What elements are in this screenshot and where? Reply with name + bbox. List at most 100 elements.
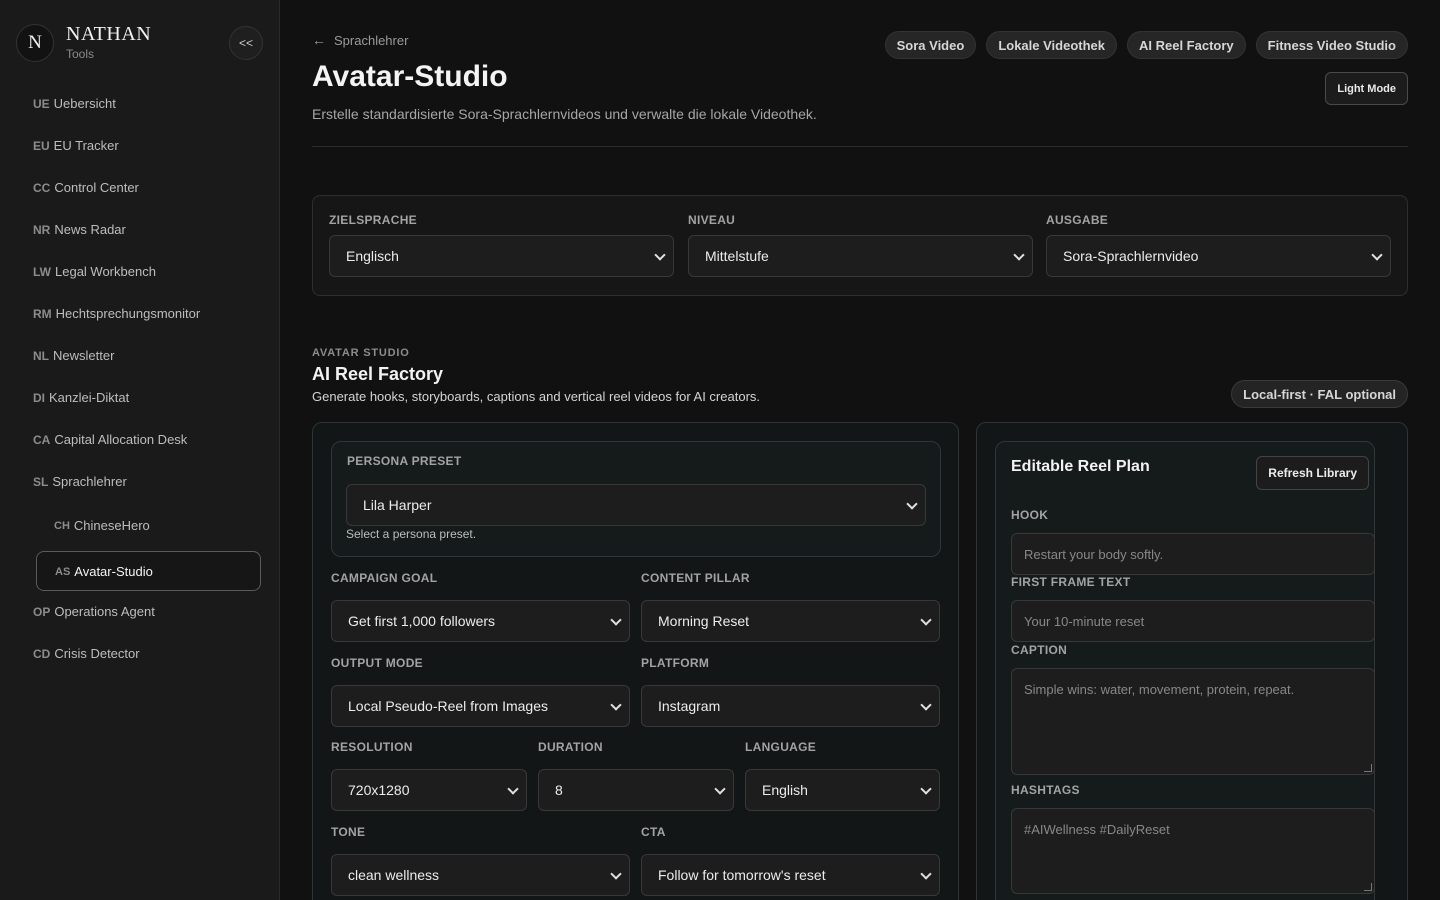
select-value: English	[762, 782, 808, 798]
cta-select[interactable]: Follow for tomorrow's reset	[641, 854, 940, 896]
sidebar-item-legal-workbench[interactable]: LW Legal Workbench	[20, 251, 260, 291]
sidebar-item-eu-tracker[interactable]: EU EU Tracker	[20, 125, 260, 165]
sidebar-item-abbr: CA	[33, 433, 51, 447]
select-value: 8	[555, 782, 563, 798]
brand-logo: N	[16, 24, 54, 62]
persona-preset-box: PERSONA PRESET Lila Harper Select a pers…	[331, 441, 941, 557]
brand-name: NATHAN	[66, 23, 152, 45]
field-label: CAMPAIGN GOAL	[331, 571, 438, 585]
light-mode-button[interactable]: Light Mode	[1325, 72, 1408, 105]
select-value: Englisch	[346, 248, 399, 264]
chevron-down-icon	[921, 616, 931, 626]
brand-text: NATHAN Tools	[66, 23, 152, 61]
field-label: CAPTION	[1011, 643, 1068, 657]
field-label: CONTENT PILLAR	[641, 571, 750, 585]
sidebar-item-abbr: LW	[33, 265, 51, 279]
sidebar-item-label: Capital Allocation Desk	[54, 431, 188, 447]
sidebar-item-abbr: AS	[55, 566, 71, 578]
sidebar-item-label: Crisis Detector	[54, 645, 140, 661]
select-value: Lila Harper	[363, 497, 432, 513]
field-label: OUTPUT MODE	[331, 656, 423, 670]
section-title: AI Reel Factory	[312, 364, 444, 384]
sidebar-subitem-chinesehero[interactable]: CH ChineseHero	[36, 505, 261, 545]
select-value: clean wellness	[348, 867, 440, 883]
select-value: Local Pseudo-Reel from Images	[348, 698, 548, 714]
first-frame-text-input[interactable]: Your 10-minute reset	[1011, 600, 1375, 642]
collapse-sidebar-button[interactable]: <<	[229, 26, 263, 60]
sidebar-item-operations-agent[interactable]: OP Operations Agent	[20, 591, 260, 631]
field-hook: HOOK Restart your body softly.	[1011, 508, 1375, 575]
select-value: Follow for tomorrow's reset	[658, 867, 826, 883]
language-select[interactable]: English	[745, 769, 940, 811]
refresh-library-button[interactable]: Refresh Library	[1256, 456, 1369, 490]
field-label: DURATION	[538, 740, 603, 754]
quick-link-sora-video[interactable]: Sora Video	[884, 31, 977, 59]
sidebar-item-crisis-detector[interactable]: CD Crisis Detector	[20, 633, 260, 673]
hook-input[interactable]: Restart your body softly.	[1011, 533, 1375, 575]
field-label: FIRST FRAME TEXT	[1011, 575, 1131, 589]
sidebar-item-abbr: NR	[33, 223, 51, 237]
back-link[interactable]: ← Sprachlehrer	[312, 32, 408, 48]
page-description: Erstelle standardisierte Sora-Sprachlern…	[312, 106, 817, 122]
sidebar-item-capital-allocation-desk[interactable]: CA Capital Allocation Desk	[20, 419, 260, 459]
brand-subtitle: Tools	[66, 47, 95, 61]
sidebar-subitem-avatar-studio[interactable]: AS Avatar-Studio	[36, 551, 261, 591]
quick-link-ai-reel-factory[interactable]: AI Reel Factory	[1127, 31, 1246, 59]
reel-plan-panel: Editable Reel Plan Refresh Library HOOK …	[976, 422, 1408, 900]
platform-select[interactable]: Instagram	[641, 685, 940, 727]
chevron-down-icon	[921, 785, 931, 795]
sidebar-item-rechtsprechungsmonitor[interactable]: RM Hechtsprechungsmonitor	[20, 293, 260, 333]
field-tone: TONE clean wellness	[331, 825, 630, 896]
niveau-select[interactable]: Mittelstufe	[688, 235, 1033, 277]
language-filters: ZIELSPRACHE Englisch NIVEAU Mittelstufe …	[312, 195, 1408, 296]
field-platform: PLATFORM Instagram	[641, 656, 940, 727]
sidebar-item-newsletter[interactable]: NL Newsletter	[20, 335, 260, 375]
sidebar-item-kanzlei-diktat[interactable]: DI Kanzlei-Diktat	[20, 377, 260, 417]
sidebar-item-sprachlehrer[interactable]: SL Sprachlehrer	[20, 461, 260, 501]
field-content-pillar: CONTENT PILLAR Morning Reset	[641, 571, 940, 642]
field-resolution: RESOLUTION 720x1280	[331, 740, 527, 811]
quick-link-fitness-video-studio[interactable]: Fitness Video Studio	[1255, 31, 1408, 59]
field-label: PLATFORM	[641, 656, 710, 670]
brand[interactable]: N NATHAN Tools	[16, 24, 151, 62]
sidebar-item-label: Sprachlehrer	[52, 473, 127, 489]
duration-select[interactable]: 8	[538, 769, 734, 811]
content-pillar-select[interactable]: Morning Reset	[641, 600, 940, 642]
ausgabe-select[interactable]: Sora-Sprachlernvideo	[1046, 235, 1391, 277]
hashtags-textarea[interactable]: #AIWellness #DailyReset	[1011, 808, 1375, 894]
sidebar-item-abbr: DI	[33, 391, 45, 405]
sidebar-item-uebersicht[interactable]: UE Uebersicht	[20, 83, 260, 123]
sidebar-item-abbr: UE	[33, 97, 50, 111]
plan-title: Editable Reel Plan	[1011, 458, 1150, 475]
chevron-down-icon	[907, 500, 917, 510]
persona-preset-select[interactable]: Lila Harper	[346, 484, 926, 526]
sidebar-item-news-radar[interactable]: NR News Radar	[20, 209, 260, 249]
filter-label: NIVEAU	[688, 213, 736, 227]
local-first-badge: Local-first · FAL optional	[1231, 380, 1408, 408]
persona-hint: Select a persona preset.	[346, 527, 477, 541]
field-label: PERSONA PRESET	[347, 454, 462, 468]
chevron-down-icon	[611, 870, 621, 880]
sidebar-item-abbr: CC	[33, 181, 51, 195]
field-campaign-goal: CAMPAIGN GOAL Get first 1,000 followers	[331, 571, 630, 642]
filter-zielsprache: ZIELSPRACHE Englisch	[329, 213, 674, 277]
sidebar-item-abbr: NL	[33, 349, 49, 363]
field-caption: CAPTION Simple wins: water, movement, pr…	[1011, 643, 1375, 775]
sidebar: N NATHAN Tools << UE Uebersicht EU EU Tr…	[0, 0, 280, 900]
zielsprache-select[interactable]: Englisch	[329, 235, 674, 277]
campaign-goal-select[interactable]: Get first 1,000 followers	[331, 600, 630, 642]
chevron-down-icon	[611, 616, 621, 626]
sidebar-item-label: Hechtsprechungsmonitor	[55, 305, 201, 321]
output-mode-select[interactable]: Local Pseudo-Reel from Images	[331, 685, 630, 727]
hashtags-placeholder: #AIWellness #DailyReset	[1024, 822, 1170, 837]
resize-handle-icon[interactable]	[1364, 764, 1372, 772]
chevron-down-icon	[611, 701, 621, 711]
resolution-select[interactable]: 720x1280	[331, 769, 527, 811]
sidebar-item-label: Newsletter	[53, 347, 115, 363]
caption-textarea[interactable]: Simple wins: water, movement, protein, r…	[1011, 668, 1375, 775]
quick-link-lokale-videothek[interactable]: Lokale Videothek	[986, 31, 1117, 59]
resize-handle-icon[interactable]	[1364, 883, 1372, 891]
sidebar-item-control-center[interactable]: CC Control Center	[20, 167, 260, 207]
tone-select[interactable]: clean wellness	[331, 854, 630, 896]
field-hashtags: HASHTAGS #AIWellness #DailyReset	[1011, 783, 1375, 894]
